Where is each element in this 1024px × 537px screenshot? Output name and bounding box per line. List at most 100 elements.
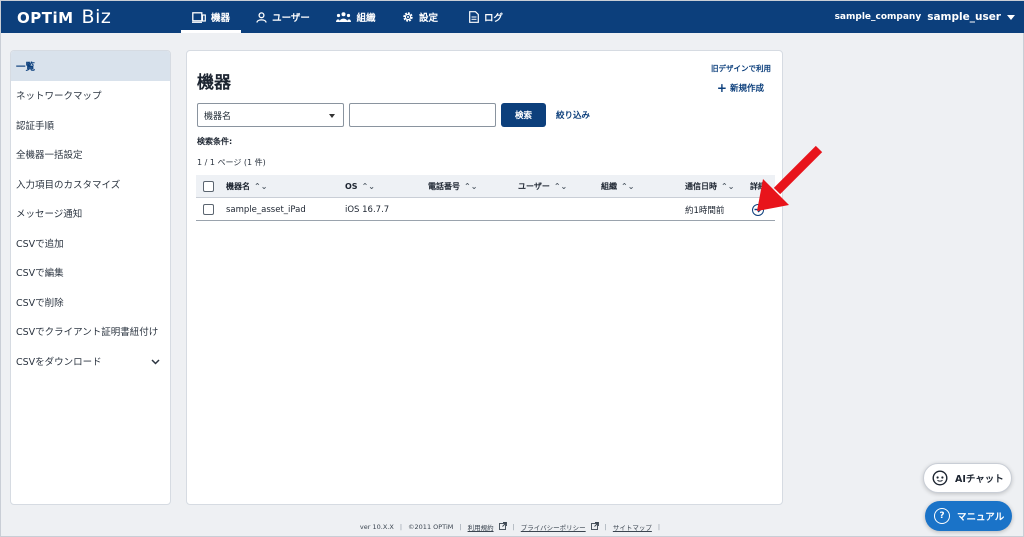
sidebar-item-network-map[interactable]: ネットワークマップ — [11, 81, 170, 111]
cell-device-name[interactable]: sample_asset_iPad — [226, 198, 306, 221]
column-label: 組織 — [601, 182, 617, 191]
row-select-cell — [203, 198, 214, 221]
column-label: 通信日時 — [685, 182, 717, 191]
organization-icon — [336, 12, 352, 22]
log-icon — [469, 11, 479, 23]
user-icon — [256, 11, 267, 23]
chevron-down-icon — [151, 357, 160, 368]
filter-link[interactable]: 絞り込み — [556, 109, 590, 121]
ai-chat-label: AIチャット — [955, 474, 1004, 485]
footer-divider: | — [657, 523, 661, 531]
device-list-panel: 機器 旧デザインで利用 + 新規作成 機器名 検索 絞り込み 検索条件: 1 /… — [186, 50, 783, 505]
sidebar-item-csv-client-cert[interactable]: CSVでクライアント証明書紐付け — [11, 317, 170, 347]
column-label: ユーザー — [518, 182, 550, 191]
sort-icon: ⌃⌄ — [621, 182, 635, 191]
cell-os: iOS 16.7.7 — [345, 204, 390, 215]
sidebar-item-csv-download[interactable]: CSVをダウンロード — [11, 346, 170, 376]
plus-icon: + — [716, 81, 727, 95]
nav-tab-organization[interactable]: 組織 — [325, 1, 387, 33]
privacy-link-label: プライバシーポリシー — [520, 524, 586, 532]
nav-tab-label: 組織 — [356, 13, 376, 24]
manual-label: マニュアル — [957, 512, 1005, 523]
column-header-device-name[interactable]: 機器名 ⌃⌄ — [226, 175, 267, 198]
column-header-user[interactable]: ユーザー ⌃⌄ — [518, 175, 567, 198]
sidebar-item-list[interactable]: 一覧 — [11, 51, 170, 81]
version-text: ver 10.X.X — [359, 523, 394, 531]
select-all-checkbox[interactable] — [203, 181, 214, 192]
row-checkbox[interactable] — [203, 204, 214, 215]
table-row[interactable]: sample_asset_iPad iOS 16.7.7 約1時間前 — [196, 198, 775, 221]
sort-icon: ⌃⌄ — [361, 182, 375, 191]
sidebar-item-message-notification[interactable]: メッセージ通知 — [11, 199, 170, 229]
column-header-last-communication[interactable]: 通信日時 ⌃⌄ — [685, 175, 734, 198]
search-button[interactable]: 検索 — [501, 103, 546, 127]
column-label: OS — [345, 182, 358, 191]
help-icon: ? — [934, 508, 950, 524]
logo-product: Biz — [81, 6, 112, 28]
column-label: 電話番号 — [428, 182, 460, 191]
sort-icon: ⌃⌄ — [721, 182, 735, 191]
device-table: 機器名 ⌃⌄ OS ⌃⌄ 電話番号 ⌃⌄ ユーザー ⌃⌄ 組織 ⌃⌄ 通信日時 ⌃⌄ 詳細 — [196, 175, 775, 221]
create-new-label: 新規作成 — [729, 84, 764, 94]
sidebar-item-csv-edit[interactable]: CSVで編集 — [11, 258, 170, 288]
manual-button[interactable]: ? マニュアル — [925, 501, 1012, 531]
device-icon — [191, 11, 206, 23]
nav-tab-users[interactable]: ユーザー — [241, 1, 325, 33]
sidebar-item-auth-procedure[interactable]: 認証手順 — [11, 110, 170, 140]
nav-tab-label: 機器 — [210, 13, 230, 24]
optim-biz-logo[interactable]: OPTiM Biz — [17, 6, 111, 28]
table-header: 機器名 ⌃⌄ OS ⌃⌄ 電話番号 ⌃⌄ ユーザー ⌃⌄ 組織 ⌃⌄ 通信日時 ⌃⌄ 詳細 — [196, 175, 775, 198]
search-field-select[interactable]: 機器名 — [197, 103, 344, 127]
user-name: sample_user — [927, 11, 1001, 23]
column-header-os[interactable]: OS ⌃⌄ — [345, 175, 375, 198]
column-header-organization[interactable]: 組織 ⌃⌄ — [601, 175, 634, 198]
privacy-policy-link[interactable]: プライバシーポリシー — [521, 522, 599, 532]
external-link-icon — [498, 522, 507, 532]
nav-tab-settings[interactable]: 設定 — [387, 1, 453, 33]
footer-divider: | — [604, 523, 607, 531]
dropdown-arrow-icon — [329, 114, 335, 118]
terms-link[interactable]: 利用規約 — [468, 522, 507, 532]
main-nav: 機器 ユーザー 組織 設定 ログ — [181, 1, 519, 33]
nav-tab-label: ユーザー — [272, 13, 310, 24]
sort-icon: ⌃⌄ — [254, 182, 268, 191]
footer-divider: | — [512, 523, 515, 531]
cell-last-communication: 約1時間前 — [685, 205, 725, 216]
sort-icon: ⌃⌄ — [464, 182, 478, 191]
column-header-phone[interactable]: 電話番号 ⌃⌄ — [428, 175, 477, 198]
external-link-icon — [590, 522, 599, 532]
sidebar: 一覧 ネットワークマップ 認証手順 全機器一括設定 入力項目のカスタマイズ メッ… — [10, 50, 171, 505]
sidebar-item-csv-add[interactable]: CSVで追加 — [11, 228, 170, 258]
sort-icon: ⌃⌄ — [553, 182, 568, 191]
annotation-arrow-icon — [753, 143, 825, 219]
nav-tab-label: 設定 — [418, 13, 438, 24]
logo-brand: OPTiM — [17, 9, 74, 27]
create-new-button[interactable]: + 新規作成 — [717, 81, 764, 95]
top-navigation-bar: OPTiM Biz 機器 ユーザー 組織 設定 ログ sample_compan… — [1, 1, 1024, 33]
account-menu[interactable]: sample_company sample_user — [835, 1, 1015, 33]
search-conditions-label: 検索条件: — [197, 137, 233, 146]
gear-icon — [402, 11, 414, 23]
copyright-text: ©2011 OPTiM — [408, 523, 454, 531]
sidebar-item-bulk-settings[interactable]: 全機器一括設定 — [11, 140, 170, 170]
chevron-down-icon — [1007, 14, 1015, 20]
sidebar-item-csv-delete[interactable]: CSVで削除 — [11, 287, 170, 317]
column-label: 機器名 — [226, 182, 250, 191]
footer: ver 10.X.X | ©2011 OPTiM | 利用規約 | プライバシー… — [1, 522, 1024, 532]
footer-divider: | — [459, 523, 462, 531]
nav-tab-logs[interactable]: ログ — [453, 1, 519, 33]
footer-divider: | — [399, 523, 403, 531]
sidebar-item-customize-fields[interactable]: 入力項目のカスタマイズ — [11, 169, 170, 199]
nav-tab-devices[interactable]: 機器 — [181, 1, 241, 33]
sidebar-item-label: CSVをダウンロード — [16, 356, 102, 368]
select-all-cell — [203, 175, 214, 198]
old-design-link[interactable]: 旧デザインで利用 — [711, 63, 771, 74]
search-keyword-input[interactable] — [349, 103, 496, 127]
page-count: 1 / 1 ページ (1 件) — [197, 158, 266, 167]
page-title: 機器 — [197, 73, 231, 93]
sitemap-link[interactable]: サイトマップ — [613, 522, 652, 532]
ai-chat-button[interactable]: AIチャット — [923, 463, 1012, 493]
company-name: sample_company — [834, 12, 922, 22]
search-field-value: 機器名 — [204, 111, 232, 122]
terms-link-label: 利用規約 — [467, 524, 494, 532]
